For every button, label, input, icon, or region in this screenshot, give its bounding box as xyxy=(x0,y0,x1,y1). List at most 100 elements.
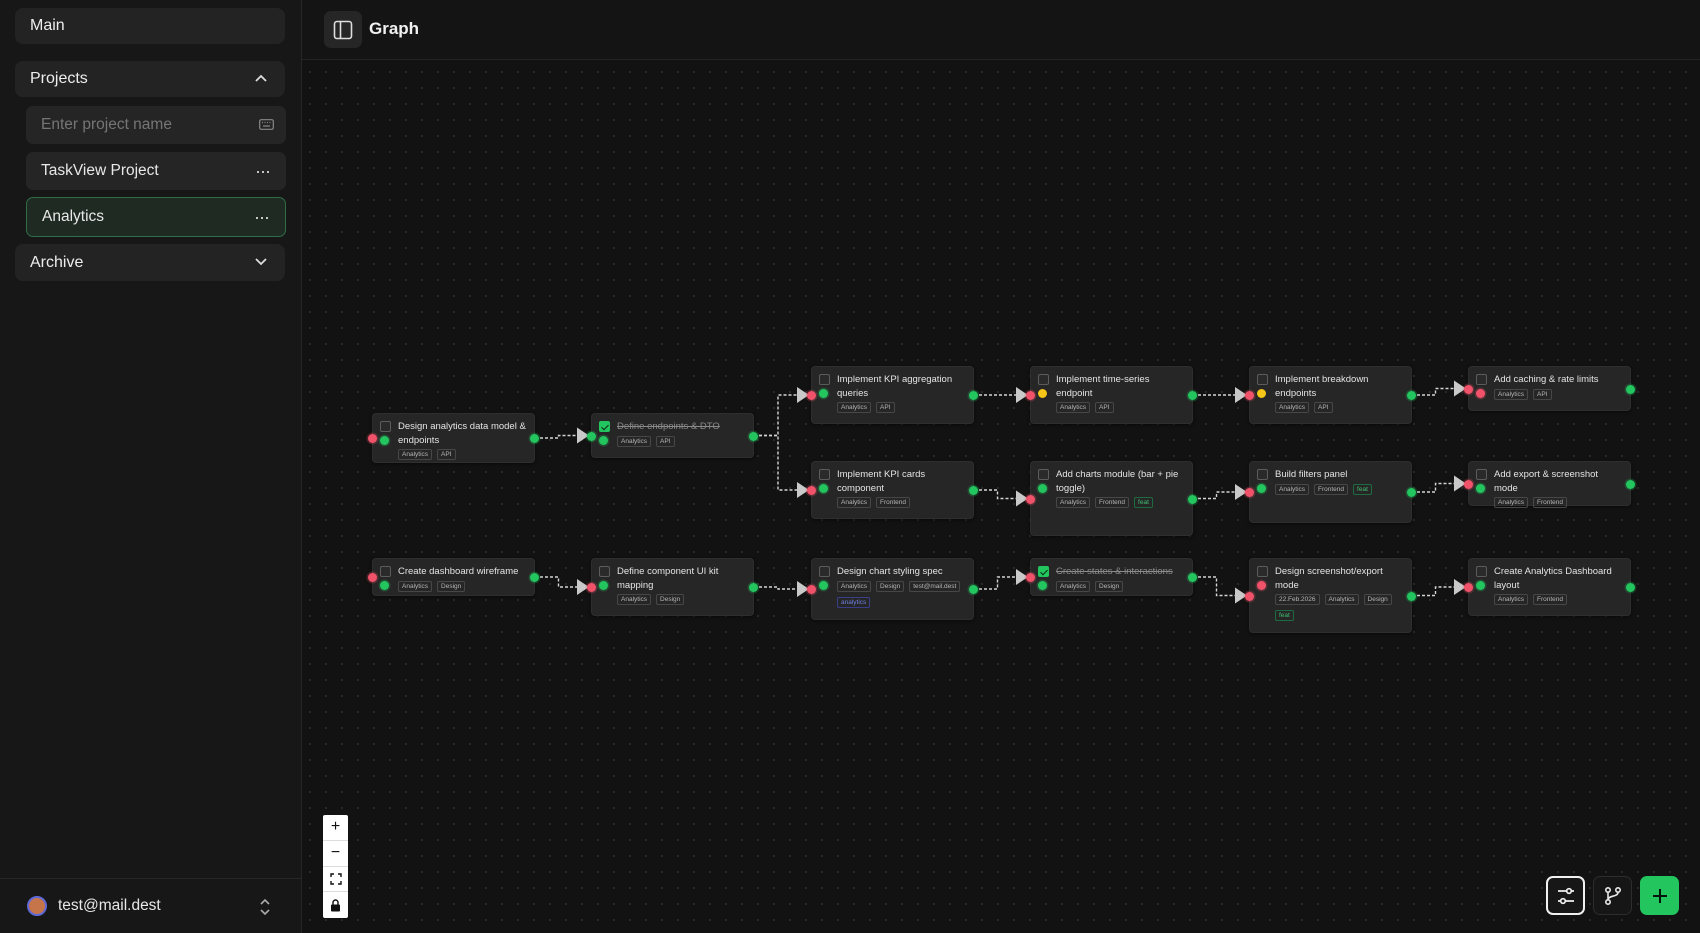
input-handle[interactable] xyxy=(807,391,816,400)
output-handle[interactable] xyxy=(1626,479,1635,489)
status-indicator xyxy=(599,581,608,590)
task-node[interactable]: Implement KPI aggregation queries Analyti… xyxy=(807,366,978,424)
input-handle[interactable] xyxy=(1464,479,1473,489)
task-checkbox[interactable] xyxy=(380,566,391,577)
output-handle[interactable] xyxy=(1188,494,1197,504)
task-checkbox[interactable] xyxy=(1257,566,1268,577)
project-item-taskview[interactable]: TaskView Project ··· xyxy=(26,152,286,190)
task-node[interactable]: Design analytics data model & endpoints A… xyxy=(368,413,539,463)
input-handle[interactable] xyxy=(1026,494,1035,504)
task-checkbox[interactable] xyxy=(380,421,391,432)
project-name-input[interactable] xyxy=(41,116,251,134)
task-node[interactable]: Add charts module (bar + pie toggle) Anal… xyxy=(1026,461,1197,536)
input-handle[interactable] xyxy=(1026,391,1035,400)
input-handle[interactable] xyxy=(807,585,816,594)
project-name-input-wrap[interactable] xyxy=(26,106,286,144)
task-node[interactable]: Create dashboard wireframe Analytics Desig… xyxy=(368,558,539,596)
task-checkbox[interactable] xyxy=(819,469,830,480)
graph-canvas[interactable]: Design analytics data model & endpoints A… xyxy=(302,0,1700,933)
input-handle[interactable] xyxy=(1464,384,1473,394)
sidebar-toggle-button[interactable] xyxy=(324,11,362,48)
zoom-in-button[interactable]: + xyxy=(323,815,348,841)
more-menu-icon[interactable]: ··· xyxy=(254,208,270,226)
project-item-analytics[interactable]: Analytics ··· xyxy=(26,197,286,237)
output-handle[interactable] xyxy=(969,486,978,495)
sidebar-item-main[interactable]: Main xyxy=(15,8,285,44)
input-handle[interactable] xyxy=(587,583,596,592)
task-checkbox[interactable] xyxy=(819,374,830,385)
task-title: Implement KPI cards component xyxy=(837,469,926,494)
input-handle[interactable] xyxy=(807,486,816,495)
output-handle[interactable] xyxy=(749,583,758,592)
task-node[interactable]: Create Analytics Dashboard layout Analyti… xyxy=(1464,558,1635,616)
task-checkbox[interactable] xyxy=(1476,469,1487,480)
user-menu[interactable]: test@mail.dest xyxy=(0,878,302,933)
task-tag: Design xyxy=(1095,581,1124,592)
input-handle[interactable] xyxy=(1245,488,1254,497)
input-handle[interactable] xyxy=(1026,573,1035,582)
zoom-out-button[interactable]: − xyxy=(323,841,348,867)
task-tag: 22.Feb.2026 xyxy=(1275,594,1320,605)
output-handle[interactable] xyxy=(1407,488,1416,497)
filters-button[interactable] xyxy=(1546,876,1585,915)
add-task-button[interactable] xyxy=(1640,876,1679,915)
task-tags: Analytics API xyxy=(1275,402,1407,413)
task-node[interactable]: Implement breakdown endpoints Analytics AP… xyxy=(1245,366,1416,424)
task-node[interactable]: Define endpoints & DTO Analytics API xyxy=(587,413,758,458)
task-node[interactable]: Implement KPI cards component Analytics Fr… xyxy=(807,461,978,519)
input-handle[interactable] xyxy=(1245,391,1254,400)
task-checkbox[interactable] xyxy=(1038,469,1049,480)
task-checkbox[interactable] xyxy=(1038,374,1049,385)
task-title: Define component UI kit mapping xyxy=(617,566,719,591)
task-node[interactable]: Design screenshot/export mode 22.Feb.2026… xyxy=(1245,558,1416,633)
archive-section-toggle[interactable]: Archive xyxy=(15,244,285,281)
task-checkbox[interactable] xyxy=(1257,374,1268,385)
task-node[interactable]: Implement time-series endpoint Analytics A… xyxy=(1026,366,1197,424)
output-handle[interactable] xyxy=(749,431,758,441)
task-tags: Analytics API xyxy=(1494,389,1626,400)
input-handle[interactable] xyxy=(368,573,377,582)
branch-view-button[interactable] xyxy=(1593,876,1632,915)
task-node[interactable]: Design chart styling spec Analytics Design… xyxy=(807,558,978,620)
lock-button[interactable] xyxy=(323,892,348,918)
task-node[interactable]: Build filters panel Analytics Frontend feat xyxy=(1245,461,1416,523)
input-handle[interactable] xyxy=(1464,583,1473,592)
input-handle[interactable] xyxy=(587,431,596,441)
task-checkbox[interactable] xyxy=(819,566,830,577)
input-handle[interactable] xyxy=(1245,591,1254,601)
task-node[interactable]: Define component UI kit mapping Analytics… xyxy=(587,558,758,616)
more-menu-icon[interactable]: ··· xyxy=(255,162,271,180)
task-tag: API xyxy=(876,402,895,413)
task-checkbox[interactable] xyxy=(1476,374,1487,385)
output-handle[interactable] xyxy=(530,434,539,443)
task-node[interactable]: Add export & screenshot mode Analytics Fro… xyxy=(1464,461,1635,508)
task-node[interactable]: Add caching & rate limits Analytics API xyxy=(1464,366,1635,411)
task-checkbox[interactable] xyxy=(599,566,610,577)
input-handle[interactable] xyxy=(368,434,377,443)
task-checkbox[interactable] xyxy=(1476,566,1487,577)
projects-section-toggle[interactable]: Projects xyxy=(15,61,285,97)
fit-view-button[interactable] xyxy=(323,867,348,893)
task-checkbox[interactable] xyxy=(1038,566,1049,577)
task-node[interactable]: Create states & interactions Analytics Des… xyxy=(1026,558,1197,596)
task-checkbox[interactable] xyxy=(1257,469,1268,480)
dependency-edge xyxy=(1417,387,1454,396)
output-handle[interactable] xyxy=(969,391,978,400)
task-checkbox[interactable] xyxy=(599,421,610,432)
task-title: Implement breakdown endpoints xyxy=(1275,374,1369,399)
output-handle[interactable] xyxy=(969,585,978,594)
task-title: Design chart styling spec xyxy=(837,566,943,577)
dependency-edge xyxy=(1198,576,1235,597)
status-indicator xyxy=(1257,389,1266,398)
output-handle[interactable] xyxy=(1407,591,1416,601)
output-handle[interactable] xyxy=(1188,573,1197,582)
output-handle[interactable] xyxy=(1626,384,1635,394)
dependency-edge xyxy=(979,576,1016,590)
output-handle[interactable] xyxy=(530,573,539,582)
output-handle[interactable] xyxy=(1188,391,1197,400)
output-handle[interactable] xyxy=(1407,391,1416,400)
task-tag: Analytics xyxy=(1275,402,1310,413)
avatar xyxy=(27,896,47,916)
output-handle[interactable] xyxy=(1626,583,1635,592)
task-tags: Analytics API xyxy=(837,402,969,413)
